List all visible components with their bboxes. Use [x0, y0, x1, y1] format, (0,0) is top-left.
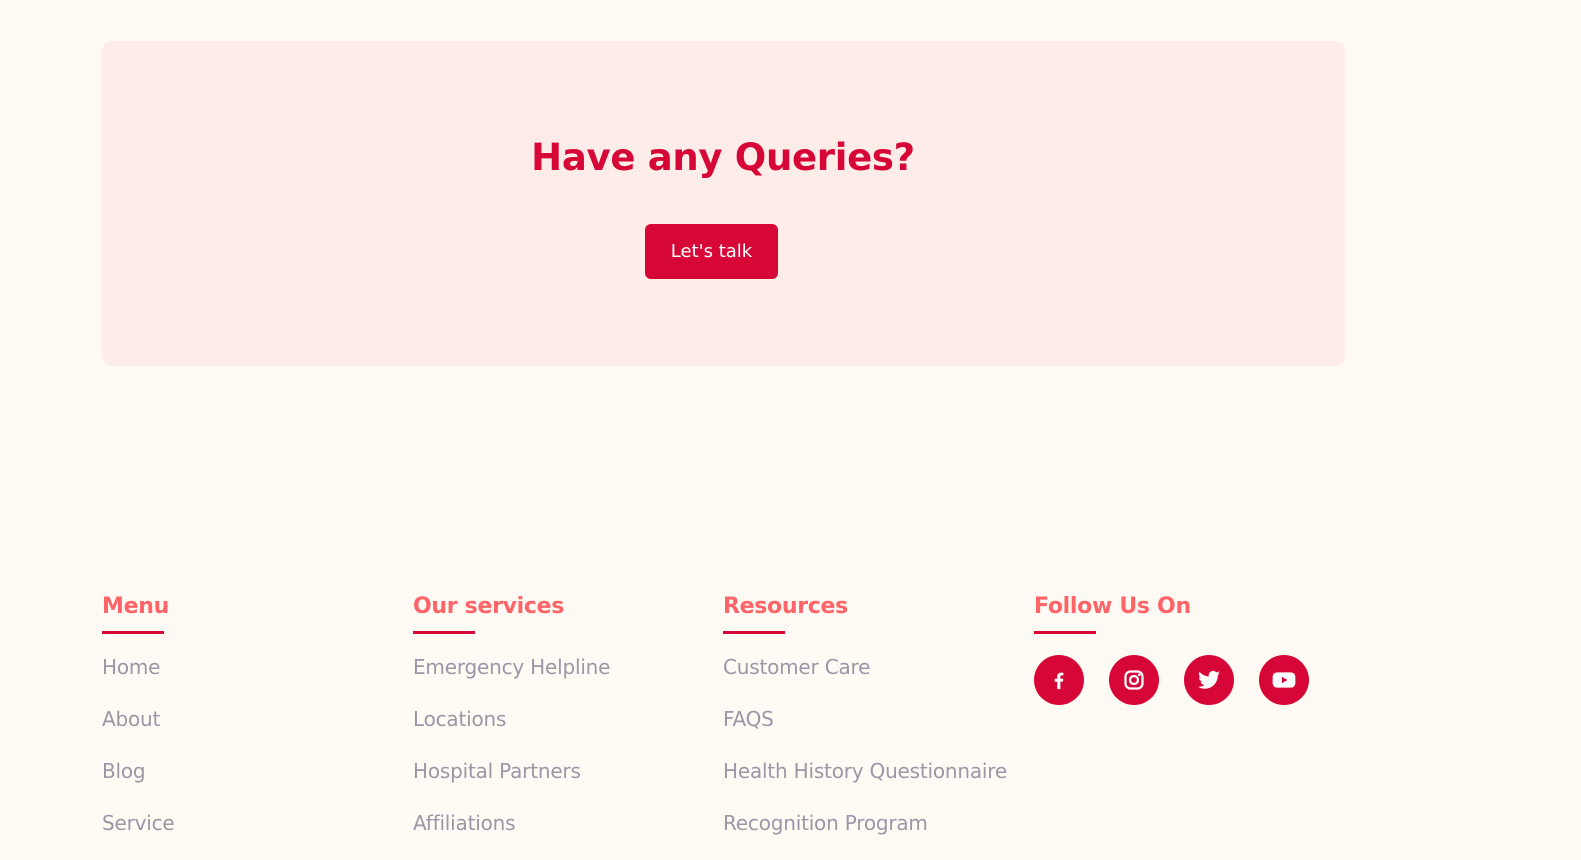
footer-link-service[interactable]: Service	[102, 808, 402, 860]
facebook-link[interactable]	[1034, 655, 1084, 705]
queries-card	[102, 41, 1345, 366]
footer-link-blog[interactable]: Blog	[102, 756, 402, 808]
footer-link-faqs[interactable]: FAQS	[723, 704, 1023, 756]
footer-link-locations[interactable]: Locations	[413, 704, 713, 756]
footer-heading-resources: Resources	[723, 594, 848, 619]
footer-link-affiliations[interactable]: Affiliations	[413, 808, 713, 860]
social-links	[1034, 655, 1334, 705]
footer-menu-column: Menu Home About Blog Service	[102, 590, 402, 860]
queries-title: Have any Queries?	[531, 136, 915, 179]
footer-link-home[interactable]: Home	[102, 652, 402, 704]
footer-link-recognition-program[interactable]: Recognition Program	[723, 808, 1023, 860]
footer-link-customer-care[interactable]: Customer Care	[723, 652, 1023, 704]
footer-link-emergency-helpline[interactable]: Emergency Helpline	[413, 652, 713, 704]
menu-links: Home About Blog Service	[102, 652, 402, 860]
footer-link-about[interactable]: About	[102, 704, 402, 756]
heading-underline	[1034, 631, 1096, 634]
twitter-link[interactable]	[1184, 655, 1234, 705]
twitter-icon	[1198, 670, 1220, 689]
resources-links: Customer Care FAQS Health History Questi…	[723, 652, 1023, 860]
instagram-icon	[1124, 670, 1144, 690]
footer-follow-column: Follow Us On	[1034, 590, 1334, 705]
youtube-icon	[1272, 672, 1296, 688]
instagram-link[interactable]	[1109, 655, 1159, 705]
services-links: Emergency Helpline Locations Hospital Pa…	[413, 652, 713, 860]
footer-heading-menu: Menu	[102, 594, 169, 619]
footer-services-column: Our services Emergency Helpline Location…	[413, 590, 713, 860]
footer-link-hospital-partners[interactable]: Hospital Partners	[413, 756, 713, 808]
heading-underline	[102, 631, 164, 634]
lets-talk-button[interactable]: Let's talk	[645, 224, 778, 279]
youtube-link[interactable]	[1259, 655, 1309, 705]
footer-resources-column: Resources Customer Care FAQS Health Hist…	[723, 590, 1023, 860]
footer-heading-follow: Follow Us On	[1034, 594, 1191, 619]
heading-underline	[413, 631, 475, 634]
footer-heading-services: Our services	[413, 594, 565, 619]
facebook-icon	[1054, 672, 1064, 690]
heading-underline	[723, 631, 785, 634]
footer-link-health-history-questionnaire[interactable]: Health History Questionnaire	[723, 756, 1023, 808]
